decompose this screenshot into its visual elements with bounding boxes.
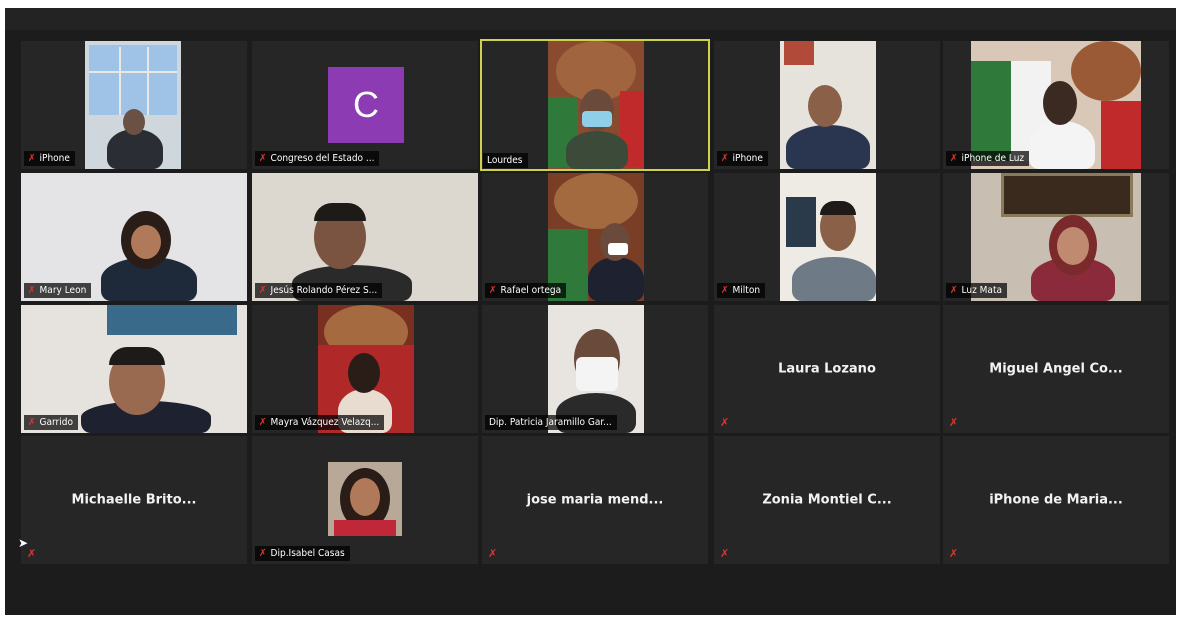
participant-name-label: ✗ Milton	[717, 283, 766, 298]
muted-mic-icon: ✗	[28, 417, 36, 428]
video-feed	[971, 173, 1141, 301]
participant-name-label: ✗ iPhone de Luz	[946, 151, 1030, 166]
muted-mic-icon: ✗	[259, 153, 267, 164]
participant-tile-miguel-angel[interactable]: Miguel Angel Co... ✗	[943, 305, 1169, 433]
participant-tile-iphone-de-luz[interactable]: ✗ iPhone de Luz	[943, 41, 1169, 169]
muted-mic-icon: ✗	[28, 285, 36, 296]
participant-name-label: ✗ Luz Mata	[946, 283, 1007, 298]
participant-name-label: Lourdes	[483, 153, 528, 168]
participant-name-label: ✗ iPhone	[717, 151, 768, 166]
meeting-gallery-view: ✗ iPhone C ✗ Congreso del Estado ... Lourd…	[5, 8, 1176, 615]
participant-name-label: ✗ iPhone	[24, 151, 75, 166]
participant-tile-laura-lozano[interactable]: Laura Lozano ✗	[714, 305, 940, 433]
video-feed	[548, 305, 644, 433]
participant-tile-mayra-vazquez[interactable]: ✗ Mayra Vázquez Velazq...	[252, 305, 478, 433]
participant-tile-lourdes-active-speaker[interactable]: Lourdes	[480, 39, 710, 171]
participant-tile-iphone-2[interactable]: ✗ iPhone	[714, 41, 940, 169]
participant-name-display: Miguel Angel Co...	[989, 361, 1123, 377]
video-feed	[780, 173, 876, 301]
avatar: C	[328, 67, 404, 143]
participant-name-display: Michaelle Brito...	[71, 492, 197, 508]
participant-name-label: ✗ Rafael ortega	[485, 283, 567, 298]
participant-name-label: ✗ Mary Leon	[24, 283, 92, 298]
video-feed	[780, 41, 876, 169]
participant-name-label: ✗ Congreso del Estado ...	[255, 151, 380, 166]
participant-tile-jose-maria[interactable]: jose maria mend... ✗	[482, 436, 708, 564]
participant-tile-mary-leon[interactable]: ✗ Mary Leon	[21, 173, 247, 301]
participant-tile-jesus-rolando[interactable]: ✗ Jesús Rolando Pérez S...	[252, 173, 478, 301]
muted-mic-icon: ✗	[720, 547, 730, 560]
video-feed	[21, 305, 247, 433]
participant-tile-patricia-jaramillo[interactable]: Dip. Patricia Jaramillo Gar...	[482, 305, 708, 433]
video-feed	[971, 41, 1141, 169]
participant-tile-congreso[interactable]: C ✗ Congreso del Estado ...	[252, 41, 478, 169]
muted-mic-icon: ✗	[489, 285, 497, 296]
muted-mic-icon: ✗	[259, 285, 267, 296]
muted-mic-icon: ✗	[721, 153, 729, 164]
muted-mic-icon: ✗	[259, 548, 267, 559]
participant-name-label: ✗ Jesús Rolando Pérez S...	[255, 283, 383, 298]
video-feed	[548, 41, 644, 169]
muted-mic-icon: ✗	[27, 547, 37, 560]
participant-tile-milton[interactable]: ✗ Milton	[714, 173, 940, 301]
muted-mic-icon: ✗	[721, 285, 729, 296]
muted-mic-icon: ✗	[28, 153, 36, 164]
participant-name-display: Zonia Montiel C...	[762, 492, 892, 508]
participant-tile-zonia-montiel[interactable]: Zonia Montiel C... ✗	[714, 436, 940, 564]
muted-mic-icon: ✗	[949, 416, 959, 429]
video-feed	[252, 173, 478, 301]
participant-tile-garrido[interactable]: ✗ Garrido	[21, 305, 247, 433]
participant-name-display: jose maria mend...	[526, 492, 664, 508]
top-bar	[5, 8, 1176, 30]
muted-mic-icon: ✗	[720, 416, 730, 429]
participant-name-display: Laura Lozano	[778, 361, 876, 377]
participant-tile-isabel-casas[interactable]: ✗ Dip.Isabel Casas	[252, 436, 478, 564]
participant-tile-iphone-1[interactable]: ✗ iPhone	[21, 41, 247, 169]
participant-name-display: iPhone de Maria...	[989, 492, 1123, 508]
profile-photo	[328, 462, 402, 536]
muted-mic-icon: ✗	[950, 285, 958, 296]
participant-tile-rafael-ortega[interactable]: ✗ Rafael ortega	[482, 173, 708, 301]
participant-name-label: ✗ Garrido	[24, 415, 78, 430]
muted-mic-icon: ✗	[259, 417, 267, 428]
video-feed	[85, 41, 181, 169]
video-feed	[21, 173, 247, 301]
participant-tile-iphone-de-maria[interactable]: iPhone de Maria... ✗	[943, 436, 1169, 564]
participant-name-label: ✗ Dip.Isabel Casas	[255, 546, 350, 561]
video-feed	[318, 305, 414, 433]
participant-tile-michaelle-brito[interactable]: Michaelle Brito... ✗	[21, 436, 247, 564]
mouse-pointer-icon: ➤	[18, 536, 29, 550]
muted-mic-icon: ✗	[950, 153, 958, 164]
participant-name-label: ✗ Mayra Vázquez Velazq...	[255, 415, 385, 430]
participant-name-label: Dip. Patricia Jaramillo Gar...	[485, 415, 617, 430]
participant-tile-luz-mata[interactable]: ✗ Luz Mata	[943, 173, 1169, 301]
muted-mic-icon: ✗	[488, 547, 498, 560]
video-feed	[548, 173, 644, 301]
muted-mic-icon: ✗	[949, 547, 959, 560]
